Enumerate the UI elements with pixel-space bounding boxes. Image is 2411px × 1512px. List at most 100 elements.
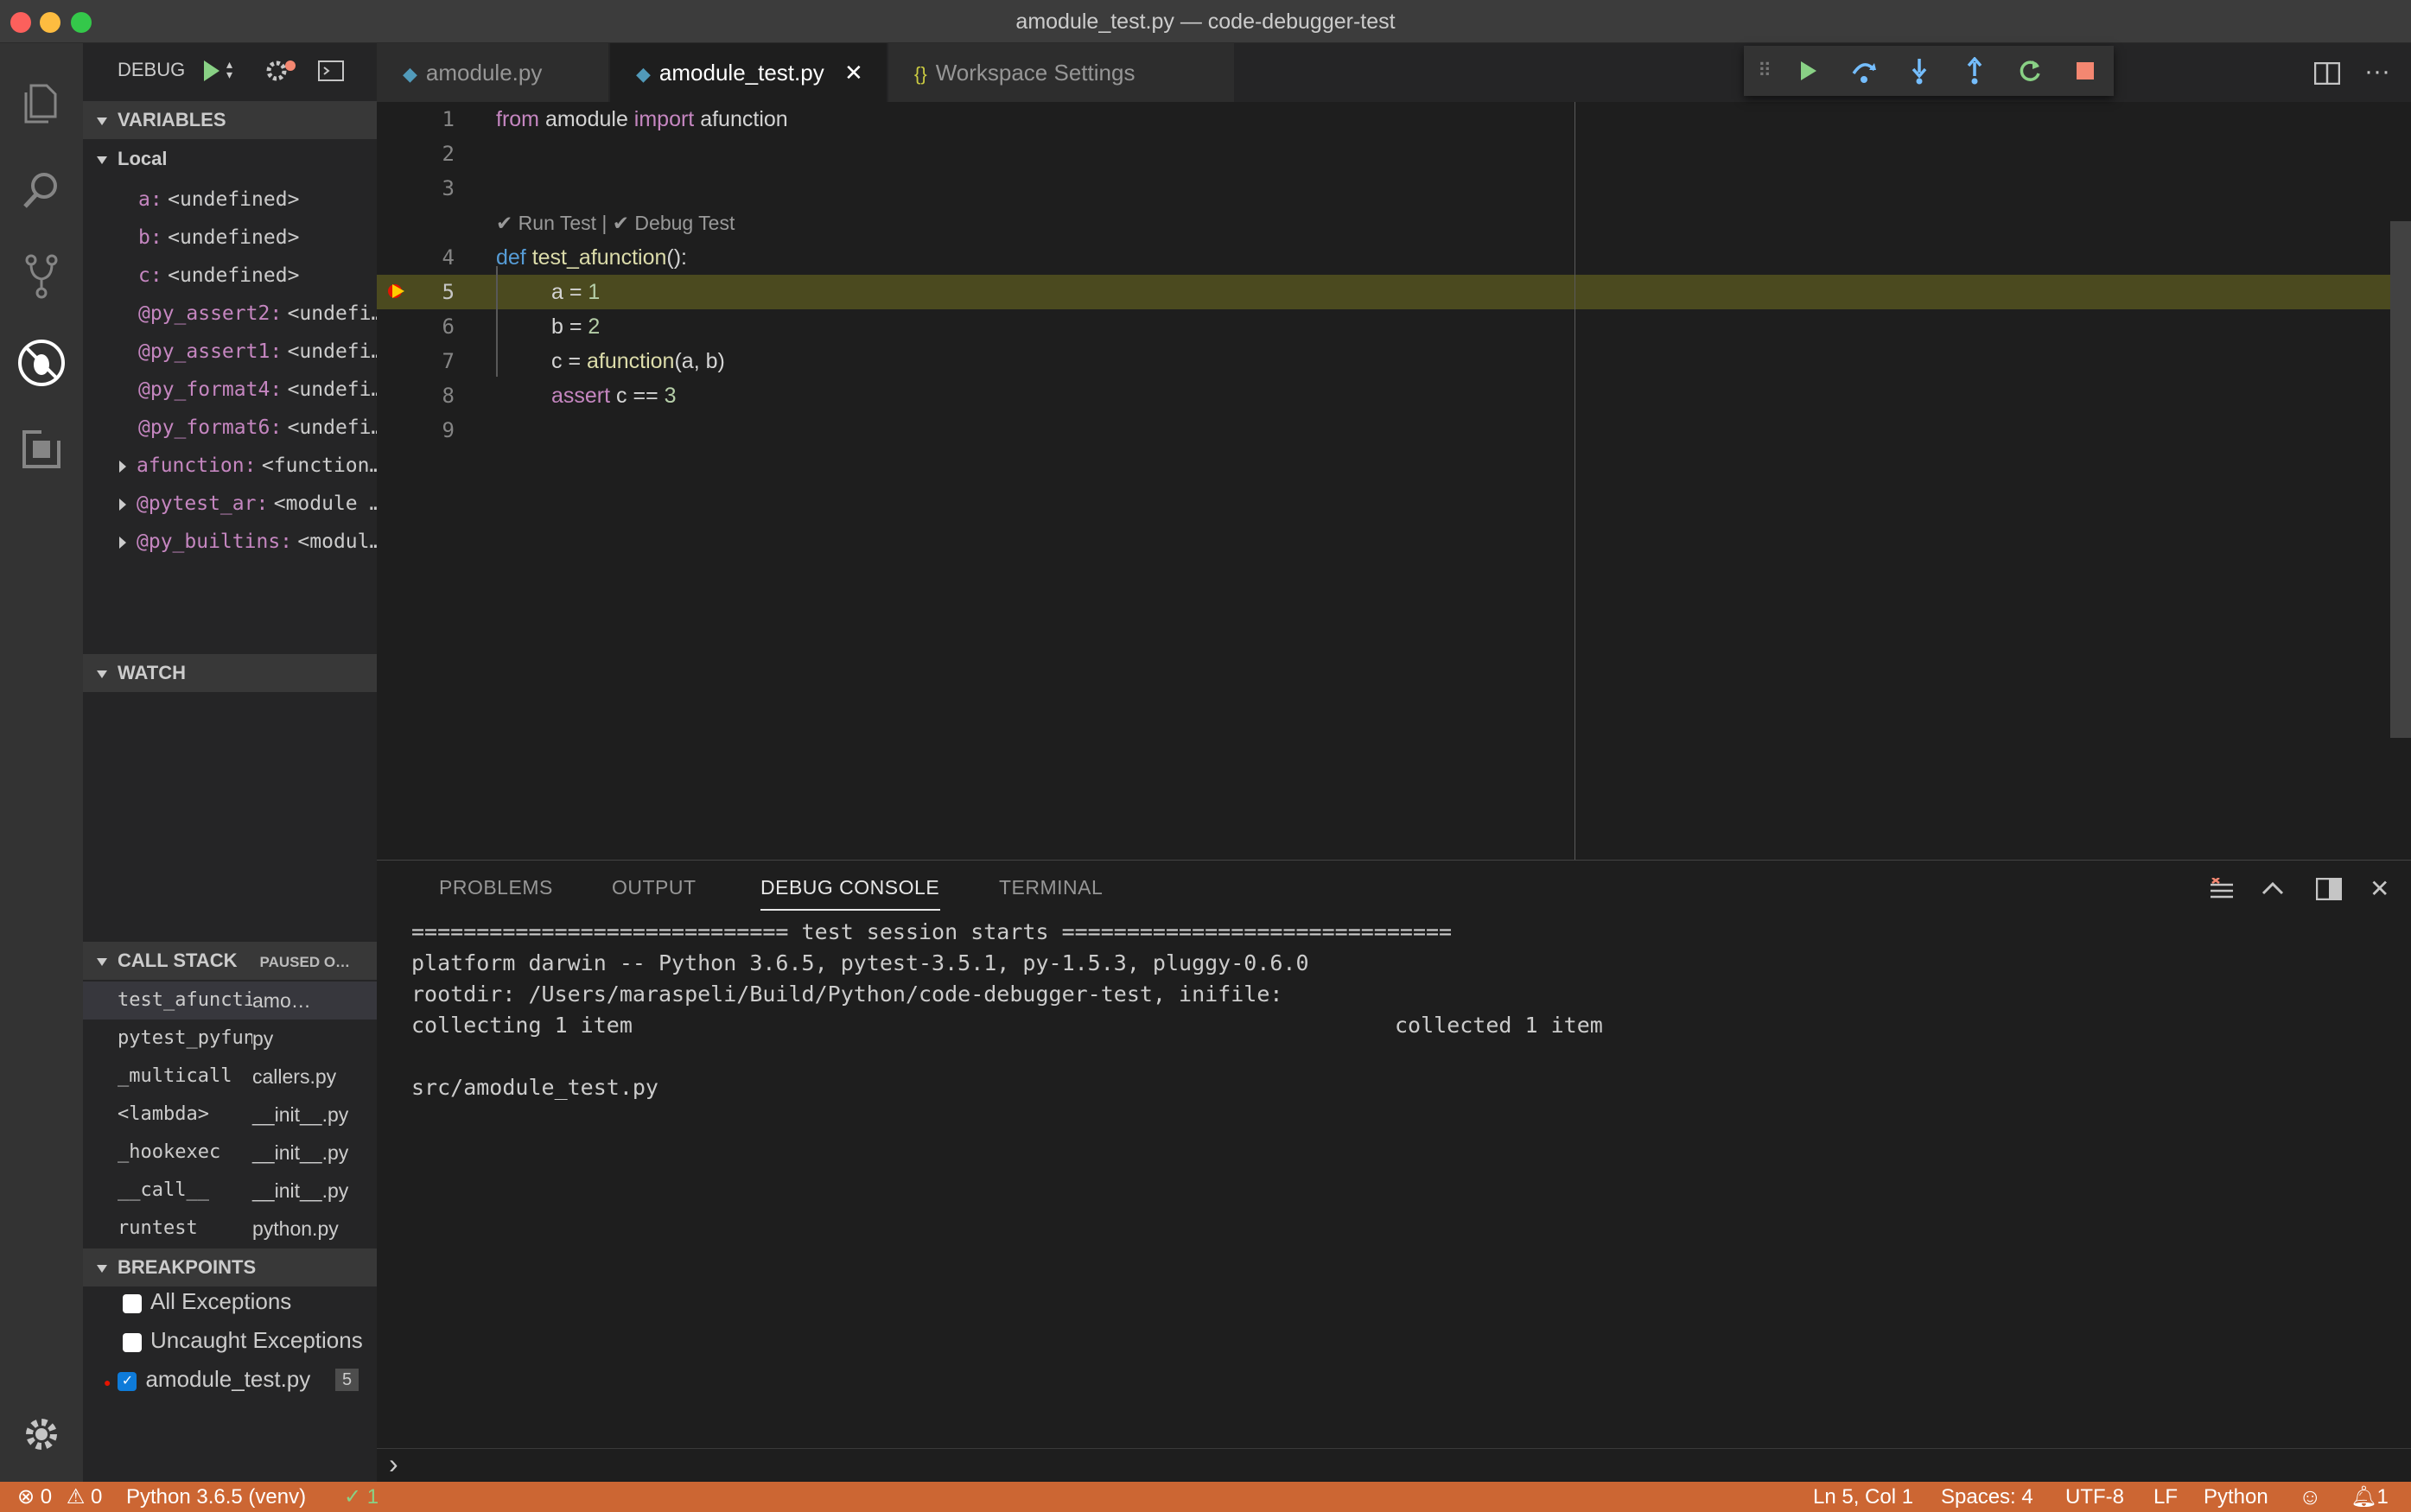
codelens-run-debug[interactable]: ✔ Run Test | ✔ Debug Test	[496, 207, 735, 238]
expand-caret-icon[interactable]	[119, 498, 126, 511]
panel-position-icon[interactable]	[2315, 877, 2343, 905]
indentation-status[interactable]: Spaces: 4	[1941, 1482, 2033, 1512]
breakpoint-checkbox[interactable]	[123, 1293, 142, 1313]
feedback-smiley-icon[interactable]: ☺	[2299, 1482, 2322, 1512]
variable-row[interactable]: b: <undefined>	[83, 218, 377, 256]
eol-status[interactable]: LF	[2153, 1482, 2178, 1512]
start-debugging-icon[interactable]	[202, 59, 221, 87]
debug-header-label: DEBUG	[118, 59, 186, 80]
breakpoint-item[interactable]: ● ✓ amodule_test.py 5	[83, 1360, 377, 1398]
console-line-collected: collected 1 item	[1395, 1013, 1603, 1038]
variable-row[interactable]: a: <undefined>	[83, 180, 377, 218]
maximize-panel-icon[interactable]	[2261, 880, 2285, 901]
callstack-frame[interactable]: <lambda> __init__.py	[83, 1096, 377, 1134]
line-number: 2	[442, 142, 455, 166]
tab-amodule-test[interactable]: ◆ amodule_test.py ✕	[610, 43, 887, 102]
code-line-5: a = 1	[551, 280, 601, 304]
callstack-frame[interactable]: test_afunctionamo…	[83, 982, 377, 1020]
split-editor-icon[interactable]	[2313, 61, 2341, 89]
callstack-frame[interactable]: _multicall callers.py	[83, 1058, 377, 1096]
console-input-divider	[377, 1448, 2411, 1449]
tab-terminal[interactable]: TERMINAL	[999, 876, 1103, 899]
search-icon[interactable]	[16, 164, 67, 216]
callstack-frame[interactable]: __call__ __init__.py	[83, 1172, 377, 1210]
step-into-icon[interactable]	[1905, 56, 1934, 86]
more-actions-icon[interactable]: ···	[2364, 57, 2390, 86]
breakpoint-label: Uncaught Exceptions	[150, 1327, 363, 1353]
variable-name: @py_format6:	[138, 416, 283, 439]
variable-row[interactable]: @py_assert2: <undefi…	[83, 294, 377, 332]
variable-row[interactable]: @py_assert1: <undefi…	[83, 332, 377, 370]
variable-row[interactable]: afunction: <function…	[83, 446, 377, 484]
variables-scope-local[interactable]: Local	[83, 140, 377, 178]
step-over-icon[interactable]	[1849, 56, 1879, 86]
status-bar: ⊗ 0 ⚠ 0 Python 3.6.5 (venv) ✓ 1 Ln 5, Co…	[0, 1482, 2411, 1512]
variables-section-header[interactable]: VARIABLES	[83, 101, 377, 139]
debug-icon[interactable]	[16, 337, 67, 389]
line-number: 8	[442, 384, 455, 408]
callstack-section-header[interactable]: CALL STACK PAUSED O…	[83, 942, 377, 980]
callstack-frame[interactable]: _hookexec __init__.py	[83, 1134, 377, 1172]
code-line-7: c = afunction(a, b)	[551, 349, 725, 373]
watch-section-header[interactable]: WATCH	[83, 654, 377, 692]
test-results-status[interactable]: ✓ 1	[344, 1482, 379, 1512]
variable-row[interactable]: @py_builtins: <modul…	[83, 522, 377, 560]
variable-row[interactable]: @py_format6: <undefi…	[83, 408, 377, 446]
expand-caret-icon[interactable]	[119, 536, 126, 549]
expand-caret-icon[interactable]	[119, 460, 126, 473]
source-control-icon[interactable]	[16, 251, 67, 302]
python-interpreter-status[interactable]: Python 3.6.5 (venv)	[126, 1482, 306, 1512]
debug-settings-gear-icon[interactable]	[264, 57, 297, 89]
continue-icon[interactable]	[1794, 56, 1823, 86]
config-dropdown-icon[interactable]: ▴ ▾	[226, 58, 232, 80]
variable-row[interactable]: @pytest_ar: <module …	[83, 484, 377, 522]
frame-file: __init__.py	[252, 1179, 349, 1202]
frame-file: py	[252, 1027, 274, 1050]
frame-file: __init__.py	[252, 1103, 349, 1126]
settings-gear-icon[interactable]	[16, 1408, 67, 1460]
debug-console-toggle-icon[interactable]	[318, 60, 344, 86]
callstack-frame[interactable]: runtest python.py	[83, 1210, 377, 1248]
code-editor[interactable]: 123456789 from amodule import afunction …	[377, 102, 2411, 860]
variable-value: <undefi…	[287, 416, 377, 439]
tab-workspace-settings[interactable]: {} Workspace Settings	[888, 43, 1234, 102]
breakpoint-checkbox[interactable]	[123, 1332, 142, 1352]
encoding-status[interactable]: UTF-8	[2065, 1482, 2124, 1512]
json-braces-icon: {}	[914, 63, 927, 85]
bottom-panel: PROBLEMS OUTPUT DEBUG CONSOLE TERMINAL ✕…	[377, 860, 2411, 1482]
drag-handle-icon[interactable]: ⠿	[1758, 60, 1772, 82]
cursor-position-status[interactable]: Ln 5, Col 1	[1813, 1482, 1913, 1512]
variable-row[interactable]: c: <undefined>	[83, 256, 377, 294]
console-line-collecting: collecting 1 item	[411, 1013, 633, 1038]
variable-value: <undefi…	[287, 340, 377, 363]
close-panel-icon[interactable]: ✕	[2370, 874, 2389, 903]
clear-console-icon[interactable]	[2209, 877, 2235, 906]
callstack-frame[interactable]: pytest_pyfunc_callpy	[83, 1020, 377, 1058]
line-number: 6	[442, 314, 455, 339]
breakpoint-checkbox[interactable]: ✓	[118, 1371, 137, 1391]
stop-icon[interactable]	[2071, 56, 2100, 86]
extensions-icon[interactable]	[16, 423, 67, 475]
variable-name: @py_format4:	[138, 378, 283, 401]
breakpoint-item[interactable]: Uncaught Exceptions	[83, 1321, 377, 1359]
step-out-icon[interactable]	[1960, 56, 1989, 86]
breakpoints-section-header[interactable]: BREAKPOINTS	[83, 1248, 377, 1286]
breakpoint-item[interactable]: All Exceptions	[83, 1282, 377, 1320]
close-tab-icon[interactable]: ✕	[844, 60, 863, 86]
problems-status[interactable]: ⊗ 0 ⚠ 0	[17, 1482, 102, 1512]
tab-output[interactable]: OUTPUT	[612, 876, 697, 899]
frame-function: runtest	[118, 1217, 198, 1239]
language-mode-status[interactable]: Python	[2204, 1482, 2268, 1512]
editor-scrollbar[interactable]	[2390, 221, 2411, 738]
line-number: 1	[442, 107, 455, 131]
tab-amodule[interactable]: ◆ amodule.py	[377, 43, 608, 102]
tab-debug-console[interactable]: DEBUG CONSOLE	[760, 876, 939, 899]
notifications-status[interactable]: 🔔︎1	[2351, 1482, 2389, 1512]
variable-row[interactable]: @py_format4: <undefi…	[83, 370, 377, 408]
restart-icon[interactable]	[2015, 56, 2045, 86]
tab-problems[interactable]: PROBLEMS	[439, 876, 553, 899]
frame-function: _multicall	[118, 1065, 232, 1087]
console-prompt[interactable]: ›	[389, 1448, 398, 1479]
explorer-icon[interactable]	[16, 78, 67, 130]
indent-guide	[496, 266, 498, 377]
